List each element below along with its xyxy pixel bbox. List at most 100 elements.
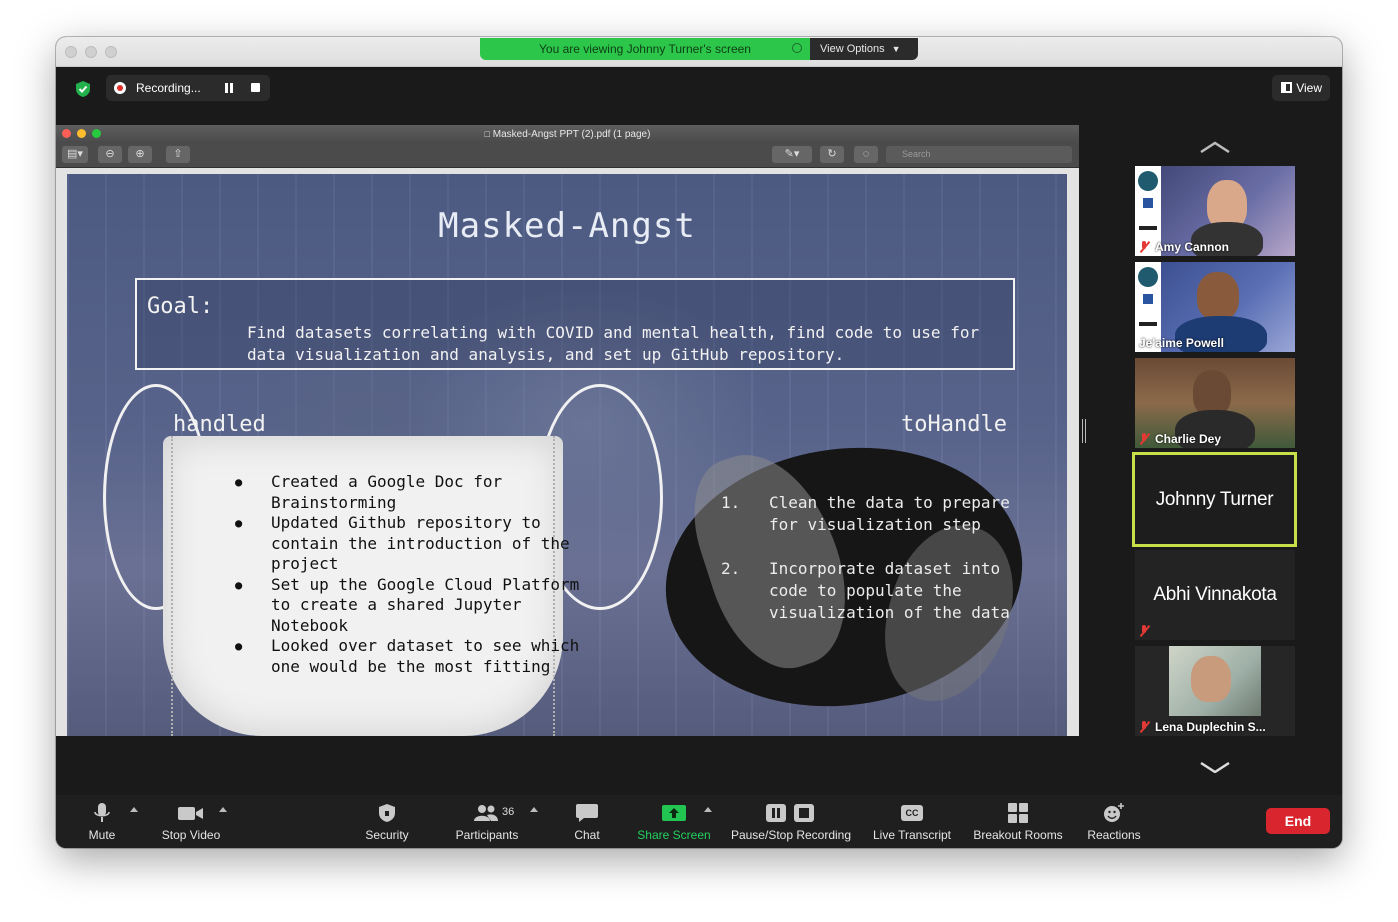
- stop-video-button[interactable]: Stop Video: [156, 795, 226, 848]
- participant-name: Je'aime Powell: [1139, 336, 1224, 350]
- chat-bubble-icon: [576, 804, 598, 822]
- pause-recording-icon[interactable]: [224, 83, 234, 93]
- meeting-controls-toolbar: Mute Stop Video Security 36 Participants…: [56, 795, 1342, 848]
- share-screen-label: Share Screen: [637, 828, 711, 842]
- tohandle-item: 2. Incorporate dataset into code to popu…: [721, 558, 1011, 624]
- chat-button[interactable]: Chat: [564, 795, 610, 848]
- participant-tile-charlie-dey[interactable]: Charlie Dey: [1135, 358, 1295, 448]
- view-options-button[interactable]: View Options ▼: [810, 38, 918, 60]
- live-transcript-button[interactable]: CC Live Transcript: [868, 795, 956, 848]
- pause-stop-recording-button[interactable]: Pause/Stop Recording: [728, 795, 854, 848]
- share-screen-button[interactable]: Share Screen: [634, 795, 714, 848]
- live-transcript-label: Live Transcript: [872, 828, 952, 842]
- pause-stop-recording-label: Pause/Stop Recording: [730, 828, 852, 842]
- tohandle-heading: toHandle: [901, 412, 1007, 437]
- screen-share-banner: You are viewing Johnny Turner's screen: [480, 38, 810, 60]
- tohandle-item-text: Incorporate dataset into code to populat…: [769, 559, 1010, 622]
- participant-tile-abhi-vinnakota[interactable]: Abhi Vinnakota: [1135, 550, 1295, 640]
- tohandle-list: 1. Clean the data to prepare for visuali…: [721, 492, 1011, 646]
- reactions-smiley-icon: [1104, 803, 1124, 822]
- zoom-window-button[interactable]: [105, 46, 117, 58]
- encryption-shield-icon[interactable]: [74, 80, 92, 98]
- muted-mic-icon: [1138, 625, 1150, 637]
- pdf-file-icon: □: [484, 129, 490, 139]
- goal-box: Goal: Find datasets correlating with COV…: [135, 278, 1015, 370]
- annotate-icon: ◌: [854, 146, 878, 163]
- preview-minimize-icon: [77, 129, 86, 138]
- markup-pen-icon: ✎▾: [772, 146, 812, 163]
- preview-close-icon: [62, 129, 71, 138]
- preview-toolbar: ▤▾ ⊖ ⊕ ⇧ ✎▾ ↻ ◌ Search: [56, 143, 1079, 168]
- breakout-rooms-label: Breakout Rooms: [973, 828, 1063, 842]
- participants-count: 36: [502, 806, 515, 818]
- preview-search-field: Search: [886, 146, 1072, 163]
- tohandle-item-number: 1.: [721, 493, 741, 512]
- shared-screen: □ Masked-Angst PPT (2).pdf (1 page) ▤▾ ⊖…: [56, 125, 1079, 736]
- participant-video: [1197, 272, 1239, 320]
- zoom-window: You are viewing Johnny Turner's screen V…: [56, 37, 1342, 848]
- audio-options-chevron-up-icon[interactable]: [130, 807, 138, 812]
- participant-tile-lena-duplechin[interactable]: Lena Duplechin S...: [1135, 646, 1295, 736]
- handled-list: Created a Google Doc for Brainstorming U…: [227, 472, 591, 677]
- participant-tile-jeaime-powell[interactable]: Je'aime Powell: [1135, 262, 1295, 352]
- participants-options-chevron-up-icon[interactable]: [530, 807, 538, 812]
- view-label: View: [1296, 81, 1322, 95]
- view-button[interactable]: View: [1272, 75, 1330, 101]
- slide: Masked-Angst Goal: Find datasets correla…: [67, 174, 1067, 736]
- meeting-topbar: Recording... View: [56, 67, 1342, 123]
- participant-tile-amy-cannon[interactable]: Amy Cannon: [1135, 166, 1295, 256]
- muted-mic-icon: [1138, 241, 1150, 253]
- reactions-label: Reactions: [1087, 828, 1141, 842]
- participant-name: Amy Cannon: [1155, 240, 1230, 254]
- tohandle-item-text: Clean the data to prepare for visualizat…: [769, 493, 1010, 534]
- preview-zoom-icon: [92, 129, 101, 138]
- participant-name: Charlie Dey: [1155, 432, 1222, 446]
- chat-label: Chat: [574, 828, 600, 842]
- share-status-icon: [792, 43, 802, 53]
- participant-video-face: [1191, 656, 1231, 702]
- security-label: Security: [365, 828, 409, 842]
- stop-recording-icon[interactable]: [251, 83, 260, 92]
- window-titlebar: You are viewing Johnny Turner's screen V…: [56, 37, 1342, 67]
- minimize-window-button[interactable]: [85, 46, 97, 58]
- tohandle-item: 1. Clean the data to prepare for visuali…: [721, 492, 1011, 536]
- handled-item: Looked over dataset to see which one wou…: [235, 636, 591, 677]
- handled-item: Set up the Google Cloud Platform to crea…: [235, 575, 591, 637]
- mute-button[interactable]: Mute: [76, 795, 128, 848]
- video-options-chevron-up-icon[interactable]: [219, 807, 227, 812]
- closed-captions-icon: CC: [901, 805, 923, 821]
- participant-tile-johnny-turner[interactable]: Johnny Turner: [1132, 452, 1297, 547]
- panel-resize-handle[interactable]: [1082, 419, 1086, 443]
- breakout-rooms-button[interactable]: Breakout Rooms: [970, 795, 1066, 848]
- reactions-button[interactable]: Reactions: [1082, 795, 1146, 848]
- chevron-down-icon: ▼: [891, 44, 901, 54]
- share-screen-arrow-icon: [662, 805, 686, 821]
- goal-label: Goal:: [147, 294, 214, 319]
- share-options-chevron-up-icon[interactable]: [704, 807, 712, 812]
- preview-titlebar: □ Masked-Angst PPT (2).pdf (1 page): [56, 125, 1079, 143]
- close-window-button[interactable]: [65, 46, 77, 58]
- view-options-label: View Options: [820, 43, 885, 55]
- handled-heading: handled: [173, 412, 266, 437]
- handled-item: Created a Google Doc for Brainstorming: [235, 472, 591, 513]
- end-meeting-button[interactable]: End: [1266, 808, 1330, 834]
- share-banner-text: You are viewing Johnny Turner's screen: [539, 42, 751, 56]
- stop-video-label: Stop Video: [161, 828, 221, 842]
- zoom-out-icon: ⊖: [98, 146, 122, 163]
- muted-mic-icon: [1138, 721, 1150, 733]
- share-icon: ⇧: [166, 146, 190, 163]
- participants-label: Participants: [455, 828, 519, 842]
- security-button[interactable]: Security: [356, 795, 418, 848]
- gallery-scroll-up-icon[interactable]: [1199, 141, 1231, 153]
- security-shield-icon: [379, 804, 395, 822]
- recording-dot-icon: [114, 82, 126, 94]
- participants-button[interactable]: 36 Participants: [450, 795, 524, 848]
- handled-item: Updated Github repository to contain the…: [235, 513, 591, 575]
- rotate-icon: ↻: [820, 146, 844, 163]
- gallery-scroll-down-icon[interactable]: [1199, 761, 1231, 773]
- pause-stop-recording-icon: [766, 804, 814, 822]
- pdf-page: Masked-Angst Goal: Find datasets correla…: [56, 168, 1079, 736]
- participant-name: Lena Duplechin S...: [1155, 720, 1266, 734]
- recording-label: Recording...: [136, 81, 201, 95]
- preview-file-title: Masked-Angst PPT (2).pdf (1 page): [492, 129, 651, 140]
